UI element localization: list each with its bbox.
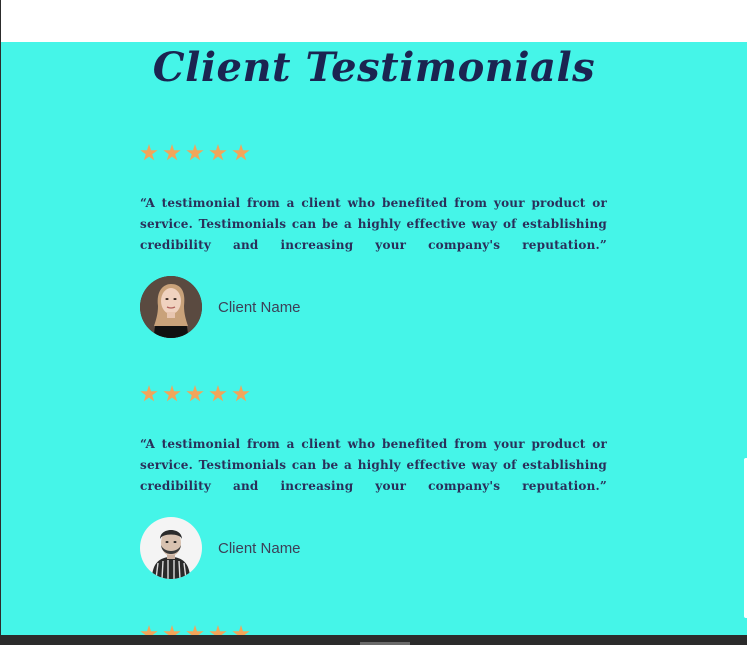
client-avatar: [140, 276, 202, 338]
star-icon: [140, 144, 158, 161]
star-rating: [140, 623, 607, 635]
star-icon: [232, 625, 250, 635]
star-icon: [209, 625, 227, 635]
testimonial-quote: “A testimonial from a client who benefit…: [140, 437, 607, 493]
testimonial-card: “A testimonial from a client who benefit…: [140, 383, 607, 579]
star-icon: [163, 144, 181, 161]
client-info: Client Name: [140, 276, 607, 338]
client-name: Client Name: [218, 539, 301, 557]
client-name: Client Name: [218, 298, 301, 316]
star-icon: [209, 144, 227, 161]
testimonial-card: “A testimonial from a client who benefit…: [140, 142, 607, 338]
star-icon: [163, 625, 181, 635]
star-icon: [186, 144, 204, 161]
star-icon: [140, 385, 158, 402]
star-icon: [163, 385, 181, 402]
testimonial-quote: “A testimonial from a client who benefit…: [140, 196, 607, 252]
star-icon: [232, 144, 250, 161]
client-avatar: [140, 517, 202, 579]
section-title: Client Testimonials: [152, 44, 596, 91]
star-icon: [232, 385, 250, 402]
window-left-border: [0, 0, 1, 645]
star-icon: [140, 625, 158, 635]
star-rating: [140, 142, 607, 164]
top-bar: [0, 0, 747, 42]
star-icon: [186, 625, 204, 635]
star-icon: [209, 385, 227, 402]
testimonials-section: Client Testimonials “A testimonial from …: [1, 42, 747, 635]
testimonial-card: [140, 623, 607, 635]
star-rating: [140, 383, 607, 405]
client-info: Client Name: [140, 517, 607, 579]
star-icon: [186, 385, 204, 402]
